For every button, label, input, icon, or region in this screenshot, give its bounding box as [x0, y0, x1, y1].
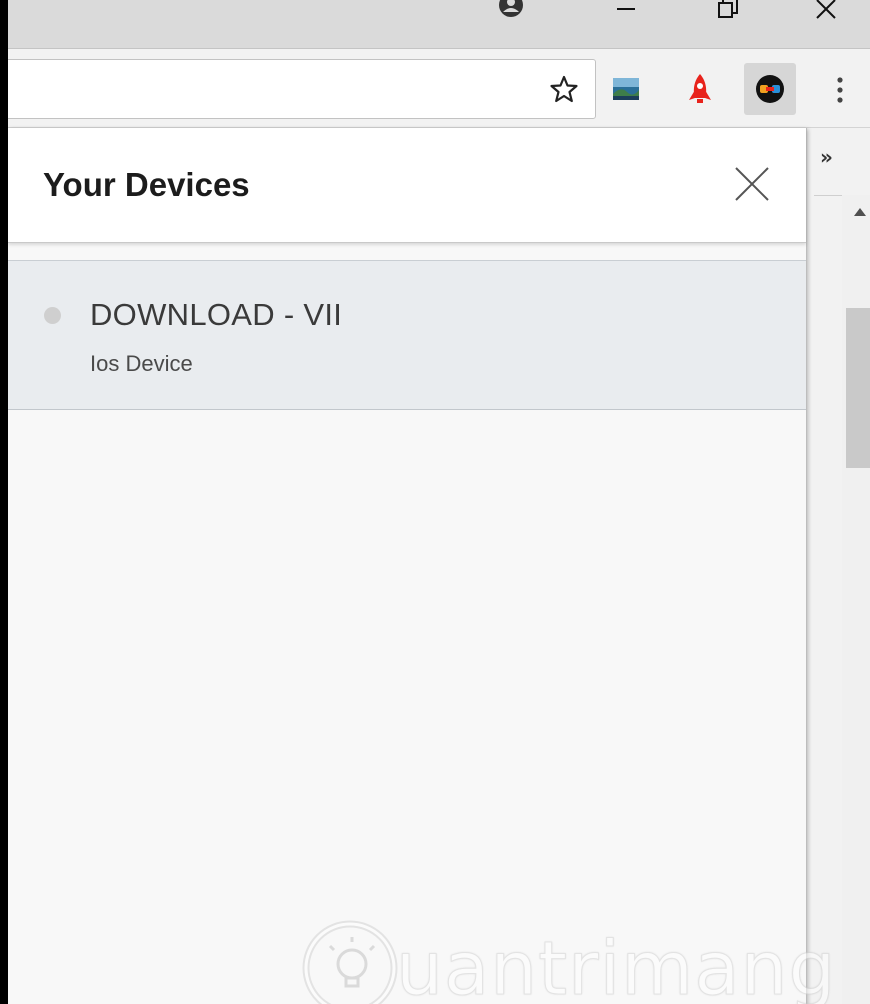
address-bar[interactable] — [8, 59, 596, 119]
title-bar — [8, 0, 870, 49]
minimize-button[interactable] — [608, 0, 644, 24]
scroll-up-arrow-icon[interactable] — [854, 208, 866, 216]
restore-icon — [718, 0, 738, 18]
browser-toolbar — [8, 49, 870, 128]
restore-button[interactable] — [710, 0, 746, 24]
star-icon[interactable] — [549, 74, 579, 104]
window-close-button[interactable] — [808, 0, 844, 24]
minimize-icon — [617, 8, 635, 10]
panel-header: Your Devices — [8, 128, 806, 243]
pushbullet-extension-icon — [756, 75, 784, 103]
status-dot-icon — [44, 307, 61, 324]
close-icon — [816, 0, 836, 19]
watermark: uantrimang — [300, 918, 836, 1004]
devices-panel: Your Devices DOWNLOAD - VII Ios Device u… — [8, 128, 836, 1004]
pushbullet-extension-button[interactable] — [744, 63, 796, 115]
lightbulb-icon — [302, 920, 398, 1004]
browser-window: » Your Devices DOWNLOAD - VII Ios Device — [8, 0, 870, 1004]
device-list-item[interactable]: DOWNLOAD - VII Ios Device — [8, 260, 806, 410]
image-extension-button[interactable] — [600, 63, 652, 115]
vertical-dots-icon[interactable] — [828, 75, 852, 105]
watermark-text: uantrimang — [395, 926, 837, 1004]
scrollbar-thumb[interactable] — [846, 308, 870, 468]
image-extension-icon — [613, 78, 639, 100]
rocket-extension-button[interactable] — [674, 63, 726, 115]
close-icon[interactable] — [732, 164, 772, 204]
panel-title: Your Devices — [43, 166, 250, 203]
device-type: Ios Device — [90, 351, 193, 376]
avatar-icon[interactable] — [498, 0, 524, 18]
rocket-extension-icon — [689, 74, 711, 103]
device-name: DOWNLOAD - VII — [90, 297, 343, 332]
bookmarks-overflow-button[interactable]: » — [820, 145, 833, 169]
